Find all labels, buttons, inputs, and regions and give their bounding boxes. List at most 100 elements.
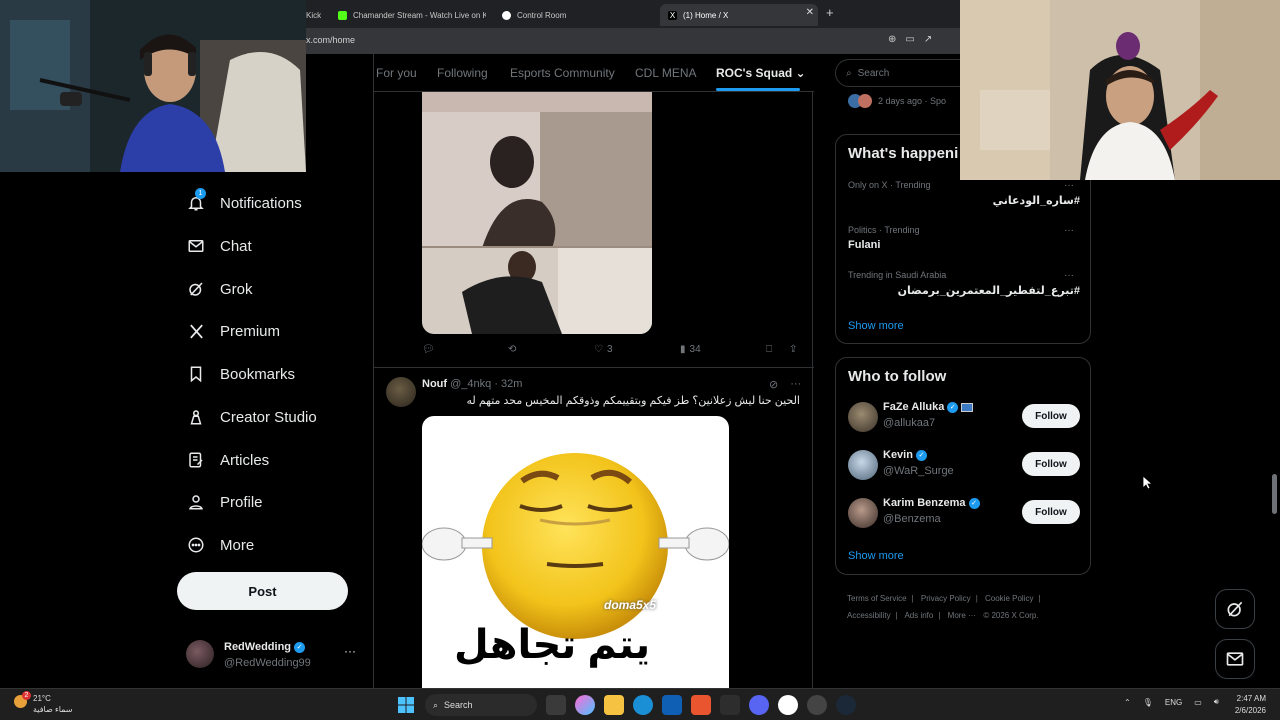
- post-button[interactable]: Post: [177, 572, 348, 610]
- language-indicator[interactable]: ENG: [1165, 698, 1182, 707]
- store-icon[interactable]: [662, 695, 682, 715]
- follow-button[interactable]: Follow: [1022, 404, 1080, 428]
- nav-articles[interactable]: Articles: [186, 444, 269, 476]
- who-to-follow-title: Who to follow: [848, 368, 947, 385]
- nav-chat[interactable]: Chat: [186, 230, 252, 262]
- chrome-icon[interactable]: [778, 695, 798, 715]
- messages-fab-button[interactable]: [1215, 639, 1255, 679]
- follow-button[interactable]: Follow: [1022, 500, 1080, 524]
- guest-webcam-image: [960, 0, 1280, 180]
- tweet-header-actions: ⊘ ···: [769, 378, 801, 391]
- tab-following[interactable]: Following: [437, 66, 488, 80]
- terminal-icon[interactable]: [720, 695, 740, 715]
- tab-control-room[interactable]: Control Room: [502, 4, 632, 26]
- nav-premium-label: Premium: [220, 322, 281, 340]
- x-favicon-icon: X: [668, 10, 677, 20]
- grok-fab-button[interactable]: [1215, 589, 1255, 629]
- trend-more-icon[interactable]: ···: [1064, 180, 1074, 191]
- windows-start-icon[interactable]: [396, 695, 416, 715]
- tab-esports-community[interactable]: Esports Community: [510, 66, 615, 80]
- ads-info-link[interactable]: Ads info: [904, 611, 933, 620]
- follow-suggestion[interactable]: Kevin ✓ @WaR_Surge Follow: [848, 448, 1080, 482]
- tweet-author-avatar[interactable]: [386, 377, 416, 407]
- close-tab-icon[interactable]: ✕: [806, 7, 814, 18]
- views-button[interactable]: ▮ 34: [680, 344, 701, 355]
- account-switcher[interactable]: RedWedding ✓ @RedWedding99 ···: [186, 638, 366, 672]
- privacy-link[interactable]: Privacy Policy: [921, 594, 971, 603]
- tray-overflow-icon[interactable]: ⌃: [1124, 698, 1131, 707]
- nav-grok[interactable]: Grok: [186, 273, 253, 305]
- trend-more-icon[interactable]: ···: [1064, 225, 1074, 236]
- accessibility-link[interactable]: Accessibility: [847, 611, 891, 620]
- network-icon[interactable]: ▭: [1194, 698, 1202, 707]
- follow-suggestion[interactable]: FaZe Alluka ✓ @allukaa7 Follow: [848, 400, 1080, 434]
- tab-kick[interactable]: Kick: [306, 4, 330, 26]
- edge-icon[interactable]: [633, 695, 653, 715]
- trend-item[interactable]: Only on X · Trending #ساره_الودعاني ···: [848, 180, 1080, 207]
- repost-button[interactable]: ⟲: [508, 344, 516, 355]
- obs-icon[interactable]: [807, 695, 827, 715]
- taskbar-clock[interactable]: 2:47 AM 2/6/2026: [1226, 693, 1266, 717]
- nav-more[interactable]: More: [186, 529, 254, 561]
- taskbar-search[interactable]: ⌕ Search: [425, 694, 537, 716]
- tweet-more-icon[interactable]: ···: [790, 378, 801, 391]
- nav-bookmarks[interactable]: Bookmarks: [186, 358, 295, 390]
- trend-item[interactable]: Trending in Saudi Arabia #تبرع_لتفطير_ال…: [848, 270, 1080, 297]
- share-button[interactable]: ⇪: [789, 344, 797, 355]
- nav-creator-studio[interactable]: Creator Studio: [186, 401, 317, 433]
- microphone-icon[interactable]: 🎙︎: [1143, 698, 1153, 707]
- follow-button[interactable]: Follow: [1022, 452, 1080, 476]
- bookmark-button[interactable]: ⎕: [766, 344, 772, 355]
- brave-icon[interactable]: [691, 695, 711, 715]
- account-name: RedWedding: [224, 641, 292, 653]
- chevron-down-icon: ⌄: [795, 66, 806, 80]
- trend-context: Only on X · Trending: [848, 180, 931, 190]
- nav-profile[interactable]: Profile: [186, 486, 263, 518]
- cookie-link[interactable]: Cookie Policy: [985, 594, 1033, 603]
- cast-icon[interactable]: ▭: [905, 34, 914, 45]
- tweet-author-handle[interactable]: @_4nkq: [450, 378, 491, 390]
- tweet-media-image[interactable]: doma5x5 يتم تجاهل: [422, 416, 729, 688]
- suggestion-name: FaZe Alluka: [883, 401, 945, 413]
- tab-x-home[interactable]: X (1) Home / X ✕: [660, 4, 818, 26]
- tab-cdl-mena[interactable]: CDL MENA: [635, 66, 697, 80]
- steam-icon[interactable]: [836, 695, 856, 715]
- file-explorer-icon[interactable]: [604, 695, 624, 715]
- tweet-time[interactable]: · 32m: [494, 378, 522, 390]
- new-tab-button[interactable]: +: [826, 5, 834, 20]
- footer-more-link[interactable]: More ···: [948, 611, 976, 620]
- footer-separator: |: [975, 594, 978, 603]
- tab-chamander-stream[interactable]: Chamander Stream - Watch Live on K: [338, 4, 486, 26]
- volume-icon[interactable]: 🔊︎: [1214, 697, 1219, 707]
- nav-notifications[interactable]: 1 Notifications: [186, 187, 302, 219]
- task-view-icon[interactable]: [546, 695, 566, 715]
- follow-show-more-link[interactable]: Show more: [848, 550, 904, 562]
- trend-context: Politics · Trending: [848, 225, 920, 235]
- image-watermark: doma5x5: [604, 598, 657, 612]
- weather-widget[interactable]: 2 21°C سماء صافية: [14, 691, 73, 715]
- webcam-overlay-right: [960, 0, 1280, 180]
- trend-more-icon[interactable]: ···: [1064, 270, 1074, 281]
- tab-for-you[interactable]: For you: [376, 66, 417, 80]
- trends-show-more-link[interactable]: Show more: [848, 320, 904, 332]
- follow-suggestion[interactable]: Karim Benzema ✓ @Benzema Follow: [848, 496, 1080, 530]
- copilot-icon[interactable]: [575, 695, 595, 715]
- tweet-media-video[interactable]: [422, 92, 652, 334]
- account-more-icon[interactable]: ···: [344, 644, 356, 658]
- scrollbar-thumb[interactable]: [1272, 474, 1277, 514]
- nav-premium[interactable]: Premium: [186, 315, 280, 347]
- url-field[interactable]: x.com/home: [306, 35, 355, 45]
- nav-bookmarks-label: Bookmarks: [220, 365, 296, 383]
- like-button[interactable]: ♡ 3: [594, 344, 613, 355]
- tweet-author-name[interactable]: Nouf: [422, 378, 447, 390]
- weather-badge: 2: [22, 691, 31, 700]
- trend-item[interactable]: Politics · Trending Fulani ···: [848, 225, 1080, 251]
- avatar: [848, 450, 878, 480]
- reply-button[interactable]: 💬︎: [422, 344, 435, 355]
- discord-icon[interactable]: [749, 695, 769, 715]
- share-icon[interactable]: ↗: [924, 34, 932, 45]
- zoom-icon[interactable]: ⊕: [888, 34, 896, 45]
- grok-small-icon[interactable]: ⊘: [769, 378, 778, 391]
- terms-link[interactable]: Terms of Service: [847, 594, 907, 603]
- tab-rocs-squad[interactable]: ROC's Squad ⌄: [716, 66, 806, 80]
